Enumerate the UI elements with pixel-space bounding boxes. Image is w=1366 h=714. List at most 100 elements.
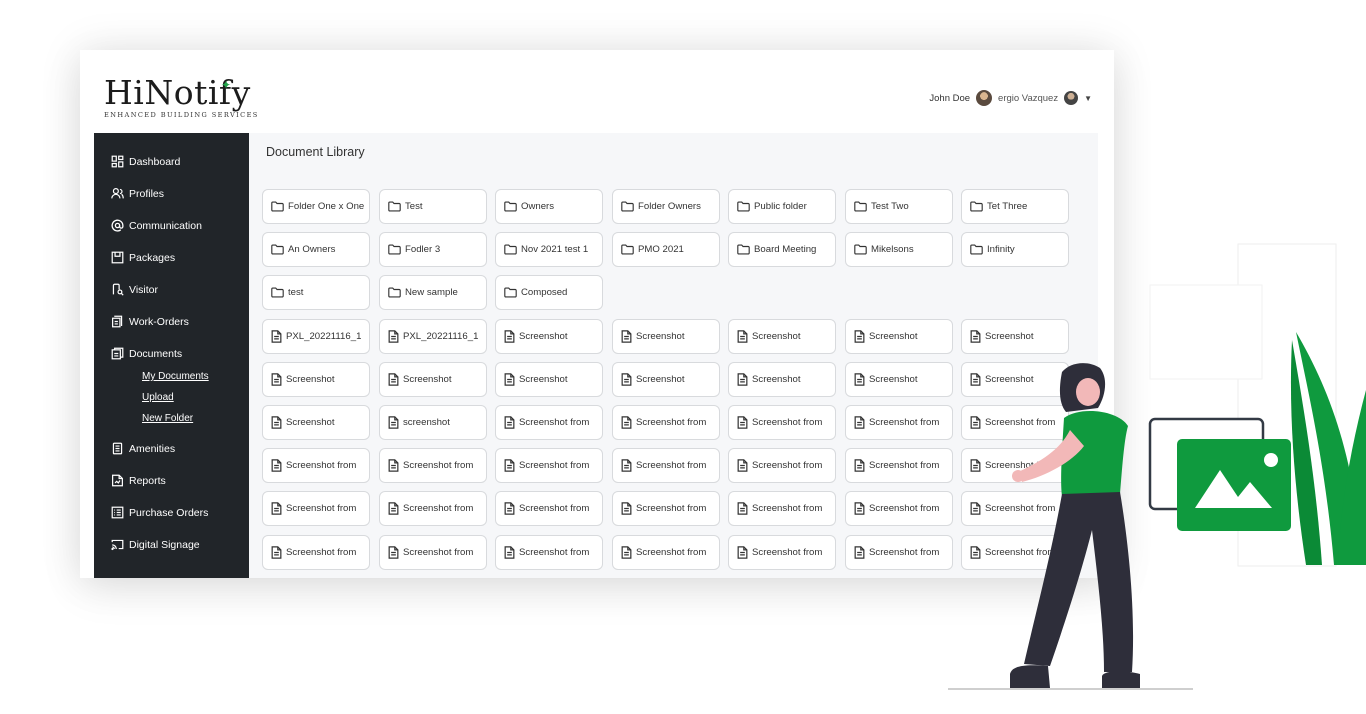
file-tile[interactable]: Screenshot: [845, 319, 953, 354]
file-tile[interactable]: Screenshot: [845, 362, 953, 397]
file-tile[interactable]: Screenshot from: [262, 448, 370, 483]
sidebar-item-packages[interactable]: Packages: [111, 251, 175, 264]
sidebar-item-reports[interactable]: Reports: [111, 474, 166, 487]
file-tile[interactable]: Screenshot from: [845, 535, 953, 570]
avatar[interactable]: [976, 90, 993, 106]
tile-label: Folder Owners: [638, 201, 701, 212]
folder-tile[interactable]: Mikelsons: [845, 232, 953, 267]
file-tile[interactable]: Screenshot from: [845, 448, 953, 483]
file-tile[interactable]: Screenshot from: [262, 535, 370, 570]
brand-logo[interactable]: HiNotify ✦ ENHANCED BUILDING SERVICES: [104, 76, 259, 120]
tile-label: Public folder: [754, 201, 807, 212]
sidebar-item-communication[interactable]: Communication: [111, 219, 202, 232]
dashboard-icon: [111, 155, 124, 168]
file-tile[interactable]: Screenshot: [262, 405, 370, 440]
sidebar-item-purchase-orders[interactable]: Purchase Orders: [111, 506, 208, 519]
tile-label: Screenshot from: [752, 460, 823, 471]
folder-tile[interactable]: An Owners: [262, 232, 370, 267]
folder-tile[interactable]: Test: [379, 189, 487, 224]
file-tile[interactable]: Screenshot from: [728, 405, 836, 440]
folder-tile[interactable]: PMO 2021: [612, 232, 720, 267]
file-tile[interactable]: Screenshot from: [728, 535, 836, 570]
user-menu[interactable]: John Doe ergio Vazquez ▼: [929, 90, 1092, 106]
folder-tile[interactable]: Board Meeting: [728, 232, 836, 267]
sidebar-item-work-orders[interactable]: Work-Orders: [111, 315, 189, 328]
amenities-icon: [111, 442, 124, 455]
file-tile[interactable]: Screenshot from: [379, 491, 487, 526]
file-tile[interactable]: Screenshot from: [612, 535, 720, 570]
file-tile[interactable]: Screenshot from: [495, 535, 603, 570]
file-tile[interactable]: Screenshot from: [961, 405, 1069, 440]
file-tile[interactable]: Screenshot: [612, 319, 720, 354]
tile-label: Screenshot: [985, 331, 1034, 342]
file-tile[interactable]: Screenshot from: [845, 491, 953, 526]
file-tile[interactable]: Screenshot: [961, 319, 1069, 354]
tile-label: Screenshot from: [869, 460, 940, 471]
file-tile[interactable]: Screenshot: [728, 319, 836, 354]
list-icon: [111, 506, 124, 519]
folder-tile[interactable]: Folder Owners: [612, 189, 720, 224]
file-tile[interactable]: Screenshot: [495, 362, 603, 397]
tile-label: Nov 2021 test 1: [521, 244, 589, 255]
file-tile[interactable]: Screenshot from: [262, 491, 370, 526]
sidebar-item-label: Documents: [129, 347, 183, 360]
tile-label: Folder One x One: [288, 201, 365, 212]
tile-label: PXL_20221116_1: [403, 331, 479, 342]
file-tile[interactable]: Screenshot: [495, 319, 603, 354]
folder-tile[interactable]: Test Two: [845, 189, 953, 224]
file-tile[interactable]: screenshot: [379, 405, 487, 440]
file-tile[interactable]: PXL_20221116_1: [262, 319, 370, 354]
file-tile[interactable]: Screenshot from: [728, 448, 836, 483]
file-tile[interactable]: PXL_20221116_1: [379, 319, 487, 354]
stage: HiNotify ✦ ENHANCED BUILDING SERVICES Jo…: [0, 0, 1366, 714]
sidebar-item-digital-signage[interactable]: Digital Signage: [111, 538, 200, 551]
sidebar-item-profiles[interactable]: Profiles: [111, 187, 164, 200]
documents-sub-my-documents[interactable]: My Documents: [142, 371, 209, 382]
file-tile[interactable]: Screenshot from: [379, 448, 487, 483]
tile-label: Screenshot from: [519, 503, 590, 514]
folder-tile[interactable]: Tet Three: [961, 189, 1069, 224]
file-tile[interactable]: Screenshot from: [495, 491, 603, 526]
tile-label: Test: [405, 201, 423, 212]
folder-tile[interactable]: Nov 2021 test 1: [495, 232, 603, 267]
file-tile[interactable]: Screenshot: [961, 362, 1069, 397]
file-tile[interactable]: Screenshot from: [961, 448, 1069, 483]
file-tile[interactable]: Screenshot from: [728, 491, 836, 526]
user-name: John Doe: [929, 92, 971, 104]
folder-tile[interactable]: Fodler 3: [379, 232, 487, 267]
sidebar-item-amenities[interactable]: Amenities: [111, 442, 175, 455]
documents-sub-upload[interactable]: Upload: [142, 392, 174, 403]
file-tile[interactable]: Screenshot from: [612, 448, 720, 483]
folder-tile[interactable]: Infinity: [961, 232, 1069, 267]
chevron-down-icon[interactable]: ▼: [1084, 94, 1092, 103]
file-tile[interactable]: Screenshot from: [612, 405, 720, 440]
image-icon: [1177, 439, 1291, 531]
document-icon: [388, 373, 399, 386]
file-tile[interactable]: Screenshot from: [961, 491, 1069, 526]
file-tile[interactable]: Screenshot from: [379, 535, 487, 570]
folder-tile[interactable]: New sample: [379, 275, 487, 310]
file-tile[interactable]: Screenshot from: [612, 491, 720, 526]
sidebar-item-dashboard[interactable]: Dashboard: [111, 155, 180, 168]
folder-tile[interactable]: Composed: [495, 275, 603, 310]
folder-tile[interactable]: Folder One x One: [262, 189, 370, 224]
file-tile[interactable]: Screenshot from: [495, 448, 603, 483]
file-tile[interactable]: Screenshot from: [961, 535, 1069, 570]
folder-tile[interactable]: test: [262, 275, 370, 310]
file-tile[interactable]: Screenshot: [612, 362, 720, 397]
folder-icon: [504, 244, 517, 255]
file-tile[interactable]: Screenshot: [379, 362, 487, 397]
file-tile[interactable]: Screenshot: [262, 362, 370, 397]
folder-tile[interactable]: Public folder: [728, 189, 836, 224]
tile-label: Tet Three: [987, 201, 1028, 212]
folder-tile[interactable]: Owners: [495, 189, 603, 224]
document-icon: [621, 459, 632, 472]
file-tile[interactable]: Screenshot from: [845, 405, 953, 440]
sidebar-item-documents[interactable]: Documents: [111, 347, 182, 360]
file-tile[interactable]: Screenshot: [728, 362, 836, 397]
tile-label: Screenshot from: [636, 460, 707, 471]
alt-user-name: ergio Vazquez: [998, 92, 1059, 104]
documents-sub-new-folder[interactable]: New Folder: [142, 413, 193, 424]
sidebar-item-visitor[interactable]: Visitor: [111, 283, 158, 296]
file-tile[interactable]: Screenshot from: [495, 405, 603, 440]
